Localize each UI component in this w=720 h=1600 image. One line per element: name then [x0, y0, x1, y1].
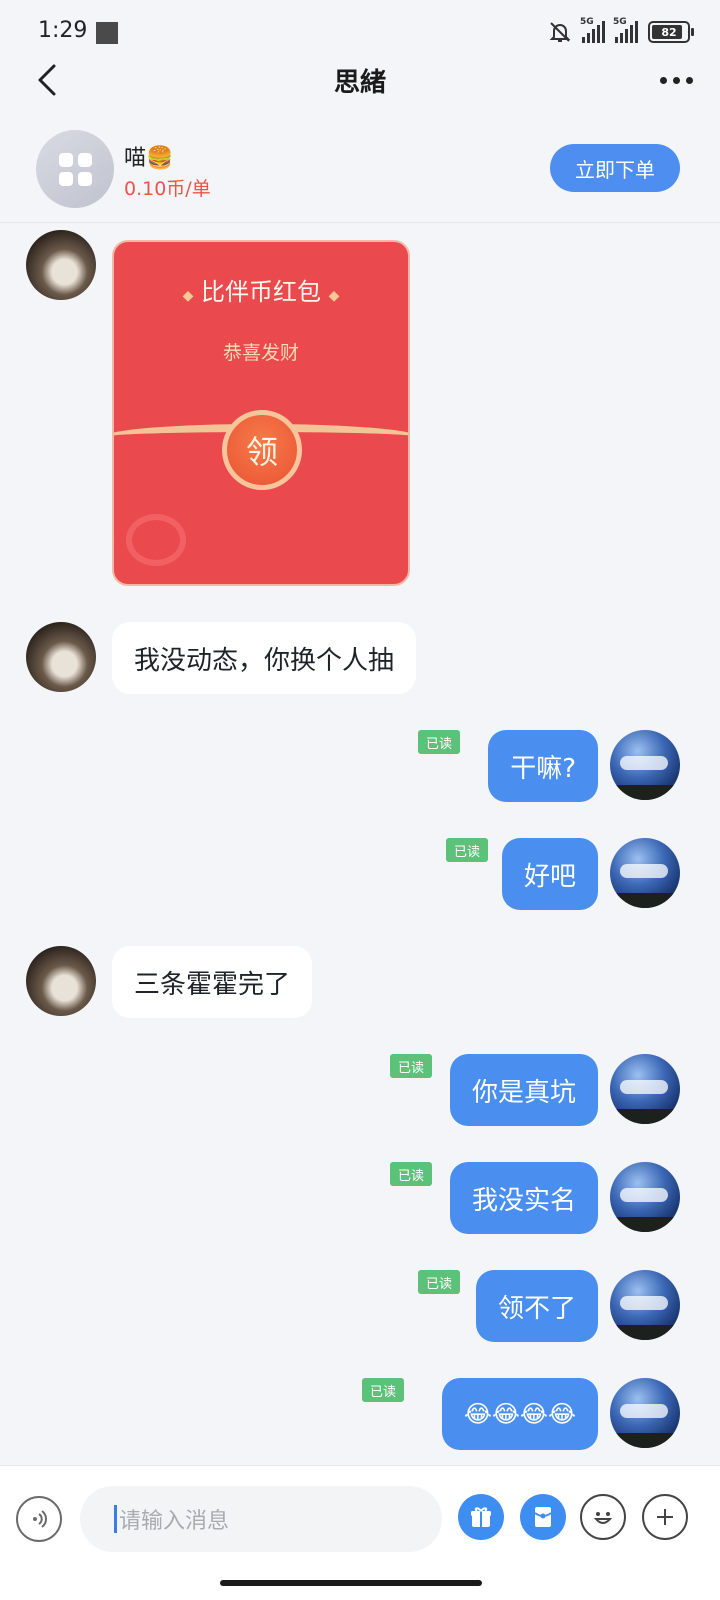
- message-bubble[interactable]: 你是真坑: [449, 1054, 598, 1126]
- message-bubble[interactable]: 三条霍霍完了: [112, 946, 313, 1018]
- message-bubble[interactable]: 😂😂😂😂: [441, 1378, 598, 1450]
- nav-bar: 思緒: [0, 50, 720, 112]
- signal-icon-1: 5G: [580, 17, 605, 43]
- red-packet-greeting: 恭喜发财: [222, 342, 299, 364]
- voice-input-button[interactable]: [16, 1496, 62, 1542]
- service-icon: [36, 130, 114, 208]
- message-bubble[interactable]: 领不了: [475, 1270, 598, 1342]
- home-indicator[interactable]: [220, 1580, 482, 1586]
- emoji-button[interactable]: [580, 1494, 626, 1540]
- more-actions-button[interactable]: [642, 1494, 688, 1540]
- grid-icon: [58, 152, 92, 186]
- read-badge: 已读: [389, 1162, 432, 1186]
- read-badge: 已读: [445, 838, 488, 862]
- gift-icon: [471, 1507, 491, 1527]
- input-bar: 请输入消息: [0, 1465, 720, 1600]
- red-envelope-icon: [534, 1507, 552, 1527]
- read-badge: 已读: [361, 1378, 404, 1402]
- smile-icon: [593, 1512, 613, 1524]
- read-badge: 已读: [417, 1270, 460, 1294]
- mute-bell-icon: [549, 22, 571, 42]
- battery-level: 82: [661, 25, 677, 39]
- contact-avatar[interactable]: [26, 946, 96, 1016]
- voice-icon: [33, 1510, 47, 1528]
- contact-avatar[interactable]: [26, 622, 96, 692]
- notification-icon: [96, 22, 118, 44]
- plus-icon: [657, 1509, 673, 1525]
- service-name: 喵🍔: [124, 146, 174, 171]
- red-packet-card[interactable]: ◆ 比伴币红包 ◆ 恭喜发财 领: [112, 240, 410, 586]
- red-packet-button[interactable]: [520, 1494, 566, 1540]
- service-header: 喵🍔 0.10币/单 立即下单: [0, 118, 720, 223]
- message-input[interactable]: 请输入消息: [80, 1486, 442, 1552]
- message-bubble[interactable]: 好吧: [501, 838, 598, 910]
- signal-icon-2: 5G: [613, 17, 638, 43]
- red-packet-decoration: [126, 514, 186, 566]
- gift-button[interactable]: [458, 1494, 504, 1540]
- chat-area[interactable]: ◆ 比伴币红包 ◆ 恭喜发财 领 我没动态，你换个人抽 已读 干嘛? 已读 好吧…: [0, 222, 720, 1466]
- message-bubble[interactable]: 我没实名: [449, 1162, 598, 1234]
- message-bubble[interactable]: 干嘛?: [488, 730, 598, 802]
- more-options-button[interactable]: [654, 62, 698, 98]
- my-avatar[interactable]: [610, 838, 680, 908]
- claim-button[interactable]: 领: [222, 410, 302, 490]
- message-bubble[interactable]: 我没动态，你换个人抽: [112, 622, 417, 694]
- order-now-button[interactable]: 立即下单: [550, 144, 680, 192]
- read-badge: 已读: [417, 730, 460, 754]
- my-avatar[interactable]: [610, 1270, 680, 1340]
- contact-avatar[interactable]: [26, 230, 96, 300]
- message-input-placeholder: 请输入消息: [119, 1509, 230, 1534]
- read-badge: 已读: [389, 1054, 432, 1078]
- battery-icon: 82: [648, 21, 694, 43]
- my-avatar[interactable]: [610, 1162, 680, 1232]
- my-avatar[interactable]: [610, 1378, 680, 1448]
- red-packet-title: ◆ 比伴币红包 ◆: [182, 278, 340, 306]
- my-avatar[interactable]: [610, 730, 680, 800]
- my-avatar[interactable]: [610, 1054, 680, 1124]
- page-title: 思緒: [333, 68, 386, 98]
- service-price: 0.10币/单: [124, 178, 211, 200]
- status-time: 1:29: [38, 18, 88, 43]
- text-cursor: [114, 1505, 117, 1533]
